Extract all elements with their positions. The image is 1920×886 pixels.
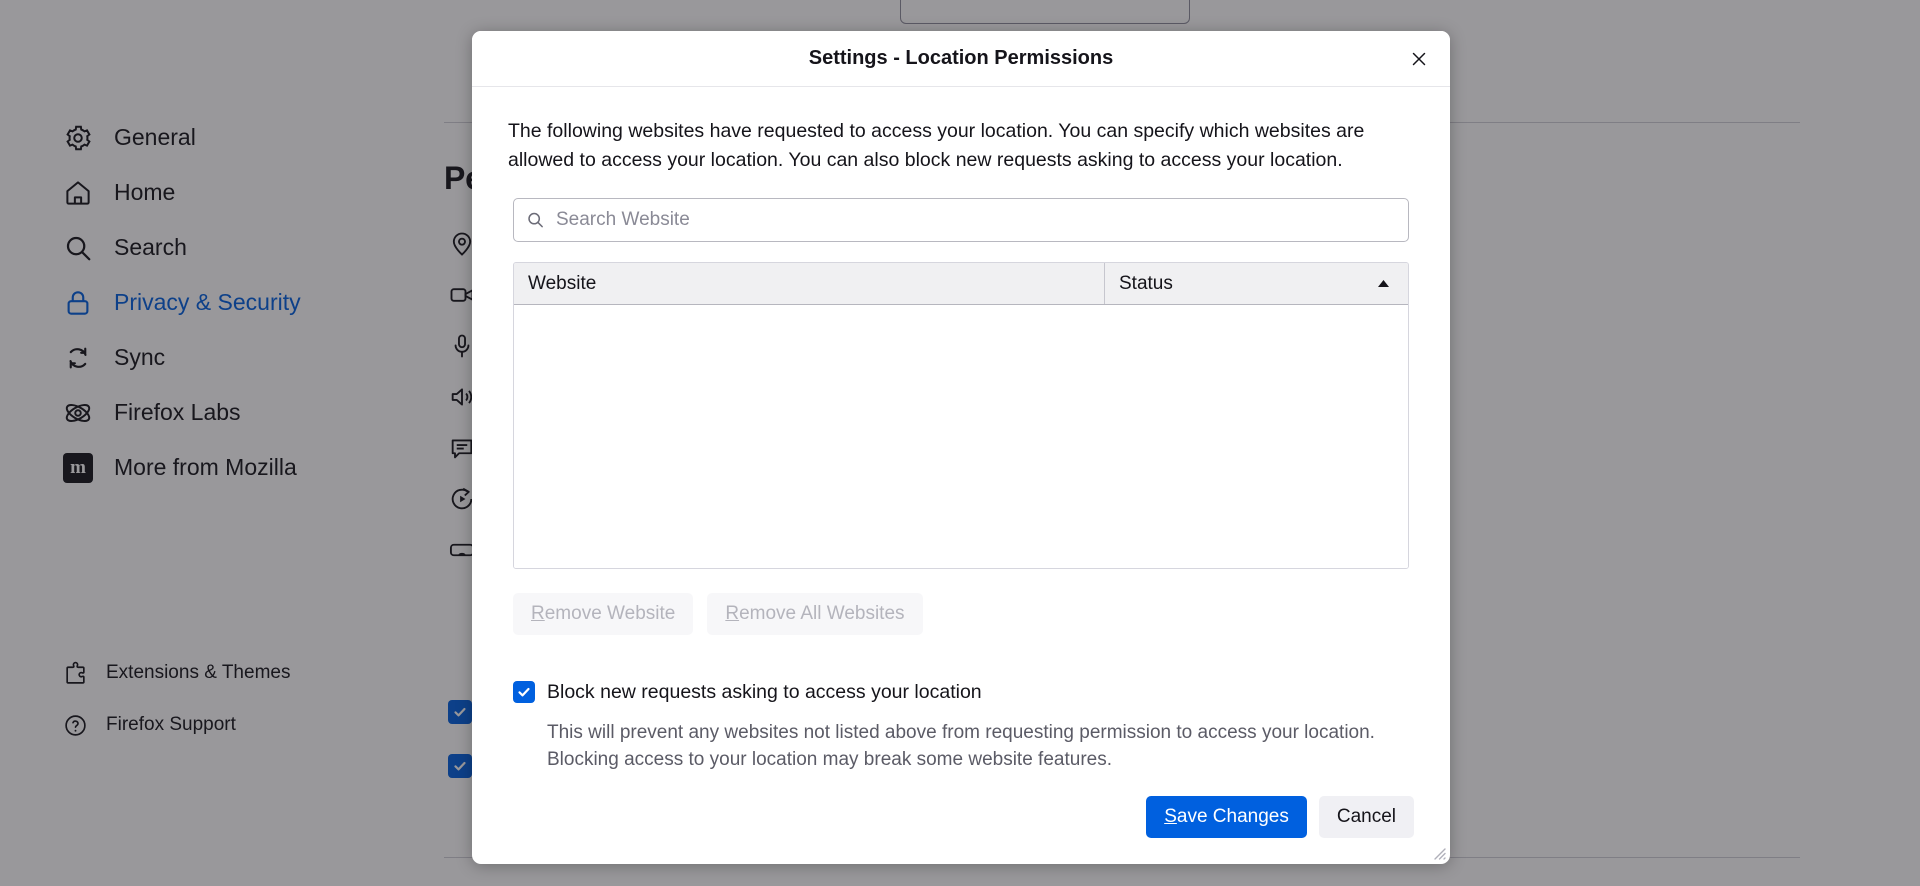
table-body[interactable] bbox=[514, 305, 1408, 567]
remove-website-accesskey: R bbox=[531, 603, 545, 624]
sort-ascending-icon bbox=[1377, 279, 1390, 288]
remove-website-label-rest: emove Website bbox=[545, 603, 676, 624]
save-changes-label-rest: ave Changes bbox=[1177, 806, 1289, 827]
column-header-website[interactable]: Website bbox=[514, 263, 1104, 304]
remove-website-button[interactable]: Remove Website bbox=[513, 593, 693, 635]
dialog-title: Settings - Location Permissions bbox=[809, 47, 1114, 70]
table-header-row: Website Status bbox=[514, 263, 1408, 305]
save-changes-button[interactable]: Save Changes bbox=[1146, 796, 1307, 838]
remove-buttons-group: Remove Website Remove All Websites bbox=[513, 593, 1409, 635]
block-new-requests-row[interactable]: Block new requests asking to access your… bbox=[513, 679, 1409, 705]
search-input[interactable] bbox=[513, 198, 1409, 242]
remove-all-accesskey: R bbox=[725, 603, 739, 624]
column-header-status[interactable]: Status bbox=[1104, 263, 1408, 304]
remove-all-label-rest: emove All Websites bbox=[739, 603, 904, 624]
block-new-requests-description: This will prevent any websites not liste… bbox=[547, 719, 1387, 774]
column-header-label: Website bbox=[528, 273, 596, 295]
dialog-body: The following websites have requested to… bbox=[472, 87, 1450, 774]
dialog-titlebar: Settings - Location Permissions bbox=[472, 31, 1450, 87]
column-header-label: Status bbox=[1119, 273, 1173, 295]
dialog-footer: Save Changes Cancel bbox=[472, 774, 1450, 864]
permissions-table: Website Status bbox=[513, 262, 1409, 568]
block-new-requests-checkbox[interactable] bbox=[513, 681, 535, 703]
block-new-requests-label[interactable]: Block new requests asking to access your… bbox=[547, 679, 982, 705]
cancel-button[interactable]: Cancel bbox=[1319, 796, 1414, 838]
remove-all-websites-button[interactable]: Remove All Websites bbox=[707, 593, 922, 635]
save-changes-accesskey: S bbox=[1164, 806, 1177, 827]
close-icon[interactable] bbox=[1400, 40, 1438, 78]
search-website-field bbox=[513, 198, 1409, 242]
location-permissions-dialog: Settings - Location Permissions The foll… bbox=[472, 31, 1450, 864]
dialog-description: The following websites have requested to… bbox=[508, 117, 1413, 174]
